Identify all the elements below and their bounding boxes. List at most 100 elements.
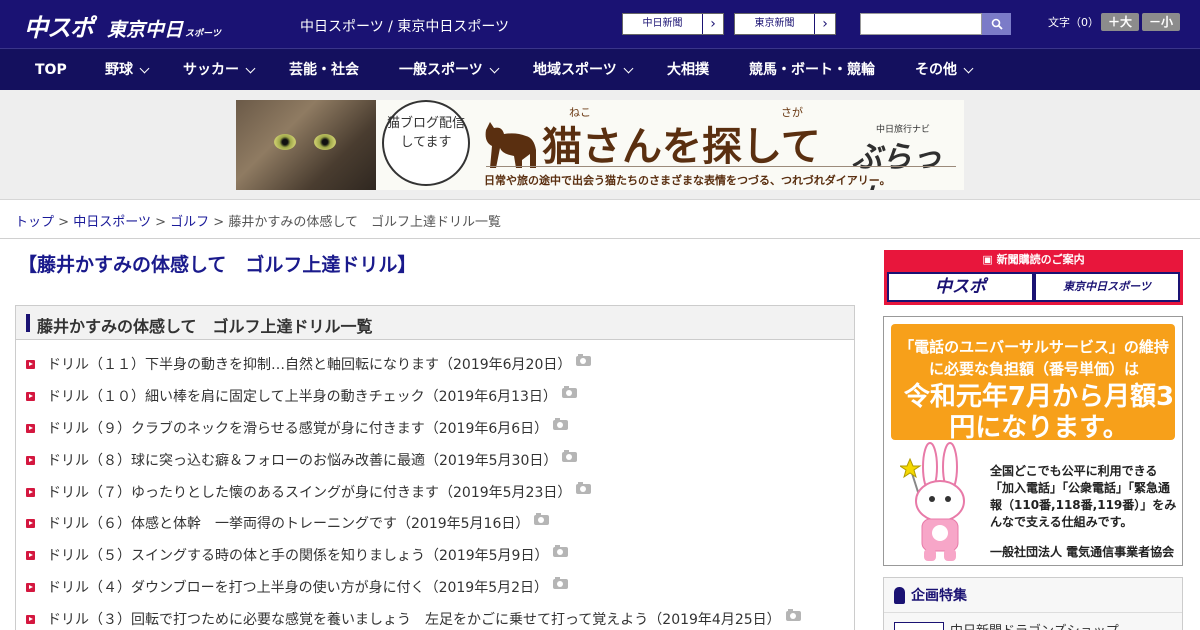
search-button[interactable] [982, 13, 1011, 35]
list-item[interactable]: ドリル（６）体感と体幹 一挙両得のトレーニングです（2019年5月16日） [26, 513, 550, 533]
logo-sports-small: スポーツ [185, 29, 221, 39]
feature-item-link[interactable]: 中日新聞ドラゴンズショップ [950, 620, 1119, 630]
newspaper-icon: ▣ [982, 253, 997, 266]
nav-label: 一般スポーツ [399, 61, 483, 78]
chevron-right-icon: › [822, 16, 828, 32]
article-link[interactable]: ドリル（６）体感と体幹 一挙両得のトレーニングです（2019年5月16日） [47, 513, 529, 533]
nav-label: 競馬・ボート・競輪 [749, 61, 875, 78]
article-list: 藤井かすみの体感して ゴルフ上達ドリル一覧 ドリル（１１）下半身の動きを抑制…自… [15, 305, 855, 630]
breadcrumb-golf[interactable]: ゴルフ [170, 215, 209, 230]
feature-thumbnail[interactable] [894, 622, 944, 630]
article-link[interactable]: ドリル（７）ゆったりとした懐のあるスイングが身に付きます（2019年5月23日） [47, 482, 571, 502]
nav-general-sports[interactable]: 一般スポーツ [399, 49, 500, 91]
breadcrumb-separator: > [213, 215, 225, 230]
banner-divider [486, 166, 956, 167]
list-item[interactable]: ドリル（４）ダウンブローを打つ上半身の使い方が身に付く（2019年5月2日） [26, 577, 569, 597]
arrow-bullet-icon [26, 359, 35, 369]
top-header: 中スポ 東京中日 スポーツ 中日スポーツ / 東京中日スポーツ 中日新聞 › 東… [0, 0, 1200, 48]
font-larger-button[interactable]: ＋大 [1101, 13, 1139, 31]
chevron-down-icon [139, 63, 150, 73]
subscribe-chuspo-button[interactable]: 中スポ [887, 272, 1034, 302]
list-item[interactable]: ドリル（１１）下半身の動きを抑制…自然と軸回転になります（2019年6月20日） [26, 354, 592, 374]
nav-other[interactable]: その他 [915, 49, 974, 91]
site-title: 中日スポーツ / 東京中日スポーツ [300, 19, 510, 35]
camera-icon [785, 609, 801, 621]
breadcrumb-chunichi-sports[interactable]: 中日スポーツ [73, 215, 151, 230]
cat-photo [236, 100, 376, 190]
nav-top[interactable]: TOP [35, 49, 67, 91]
banner-band: 猫ブログ配信してます ねこ さが 猫さんを探して 中日旅行ナビ ぶらっ人 日常や… [0, 90, 1200, 200]
list-item[interactable]: ドリル（７）ゆったりとした懐のあるスイングが身に付きます（2019年5月23日） [26, 482, 592, 502]
breadcrumb-divider [0, 238, 1200, 239]
subscription-heading-text: 新聞購読のご案内 [996, 253, 1085, 266]
paper-link-label: 中日新聞 [623, 14, 703, 34]
chevron-down-icon [245, 63, 256, 73]
paper-link-label: 東京新聞 [735, 14, 815, 34]
ribbon-icon [894, 586, 905, 604]
chunichi-shimbun-link[interactable]: 中日新聞 › [622, 13, 724, 35]
article-link[interactable]: ドリル（１１）下半身の動きを抑制…自然と軸回転になります（2019年6月20日） [47, 354, 571, 374]
breadcrumb-separator: > [155, 215, 166, 230]
nav-label: 地域スポーツ [533, 61, 617, 78]
article-link[interactable]: ドリル（５）スイングする時の体と手の関係を知りましょう（2019年5月9日） [47, 545, 548, 565]
search-input[interactable] [860, 13, 982, 35]
breadcrumb-separator: > [58, 215, 70, 230]
list-item[interactable]: ドリル（８）球に突っ込む癖＆フォローのお悩み改善に最適（2019年5月30日） [26, 450, 578, 470]
camera-icon [576, 482, 592, 494]
nav-soccer[interactable]: サッカー [183, 49, 256, 91]
feature-heading-text: 企画特集 [911, 588, 967, 604]
nav-label: 野球 [105, 61, 133, 78]
nav-label: その他 [915, 61, 957, 78]
arrow-bullet-icon [26, 614, 35, 624]
nav-entertainment[interactable]: 芸能・社会 [289, 49, 359, 91]
font-smaller-button[interactable]: －小 [1142, 13, 1180, 31]
list-item[interactable]: ドリル（９）クラブのネックを滑らせる感覚が身に付きます（2019年6月6日） [26, 418, 569, 438]
subscribe-tokyo-chunichi-button[interactable]: 東京中日スポーツ [1034, 272, 1180, 302]
article-link[interactable]: ドリル（４）ダウンブローを打つ上半身の使い方が身に付く（2019年5月2日） [47, 577, 548, 597]
nav-label: TOP [35, 61, 67, 78]
article-list-header: 藤井かすみの体感して ゴルフ上達ドリル一覧 [16, 306, 854, 340]
breadcrumb: トップ > 中日スポーツ > ゴルフ > 藤井かすみの体感して ゴルフ上達ドリル… [15, 211, 501, 230]
feature-box: 企画特集 中日新聞ドラゴンズショップ [883, 577, 1183, 630]
main-nav: TOP 野球 サッカー 芸能・社会 一般スポーツ 地域スポーツ 大相撲 競馬・ボ… [0, 48, 1200, 90]
nav-label: 大相撲 [667, 61, 709, 78]
ad-main-message: 令和元年7月から月額3円になります。 [903, 382, 1175, 443]
cat-eye [274, 134, 296, 150]
logo-chuspo: 中スポ [24, 14, 94, 42]
chevron-down-icon [489, 63, 500, 73]
camera-icon [553, 545, 569, 557]
arrow-bullet-icon [26, 423, 35, 433]
chevron-down-icon [623, 63, 634, 73]
cat-blog-banner[interactable]: 猫ブログ配信してます ねこ さが 猫さんを探して 中日旅行ナビ ぶらっ人 日常や… [236, 100, 964, 190]
nav-racing[interactable]: 競馬・ボート・競輪 [749, 49, 875, 91]
nav-label: サッカー [183, 61, 239, 78]
universal-service-ad[interactable]: 「電話のユニバーサルサービス」の維持に必要な負担額（番号単価）は 令和元年7月か… [883, 316, 1183, 566]
cat-silhouette-icon [485, 122, 536, 168]
article-link[interactable]: ドリル（３）回転で打つために必要な感覚を養いましょう 左足をかごに乗せて打って覚… [47, 609, 781, 629]
site-logo[interactable]: 中スポ 東京中日 スポーツ [24, 8, 221, 42]
article-link[interactable]: ドリル（１０）細い棒を肩に固定して上半身の動きチェック（2019年6月13日） [47, 386, 557, 406]
list-item[interactable]: ドリル（５）スイングする時の体と手の関係を知りましょう（2019年5月9日） [26, 545, 569, 565]
tokyo-shimbun-link[interactable]: 東京新聞 › [734, 13, 836, 35]
nav-local-sports[interactable]: 地域スポーツ [533, 49, 634, 91]
article-link[interactable]: ドリル（８）球に突っ込む癖＆フォローのお悩み改善に最適（2019年5月30日） [47, 450, 557, 470]
list-item[interactable]: ドリル（１０）細い棒を肩に固定して上半身の動きチェック（2019年6月13日） [26, 386, 577, 406]
breadcrumb-top[interactable]: トップ [15, 215, 54, 230]
article-list-title: 藤井かすみの体感して ゴルフ上達ドリル一覧 [37, 317, 373, 336]
banner-title: 猫さんを探して [542, 124, 821, 170]
camera-icon [576, 354, 592, 366]
arrow-bullet-icon [26, 391, 35, 401]
nav-baseball[interactable]: 野球 [105, 49, 150, 91]
camera-icon [561, 386, 577, 398]
banner-caption: 日常や旅の途中で出会う猫たちのさまざまな表情をつづる、つれづれダイアリー。 [484, 174, 891, 187]
subscription-box: ▣ 新聞購読のご案内 中スポ 東京中日スポーツ [884, 250, 1183, 305]
feature-heading: 企画特集 [894, 585, 967, 605]
nav-label: 芸能・社会 [289, 61, 359, 78]
camera-icon [553, 418, 569, 430]
chevron-down-icon [963, 63, 974, 73]
nav-sumo[interactable]: 大相撲 [667, 49, 709, 91]
arrow-bullet-icon [26, 550, 35, 560]
arrow-bullet-icon [26, 487, 35, 497]
article-link[interactable]: ドリル（９）クラブのネックを滑らせる感覚が身に付きます（2019年6月6日） [47, 418, 548, 438]
list-item[interactable]: ドリル（３）回転で打つために必要な感覚を養いましょう 左足をかごに乗せて打って覚… [26, 609, 801, 629]
